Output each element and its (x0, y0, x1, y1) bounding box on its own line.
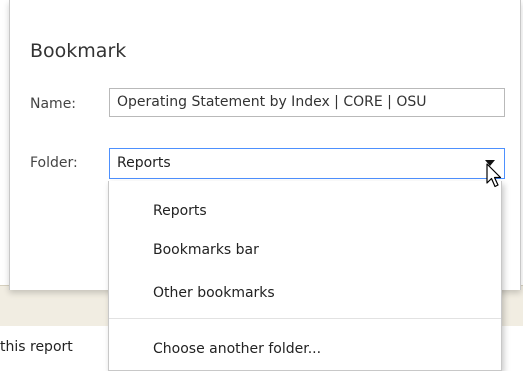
folder-option-other-bookmarks[interactable]: Other bookmarks (153, 285, 275, 301)
name-label: Name: (30, 96, 77, 112)
dialog-title: Bookmark (30, 40, 127, 62)
mouse-pointer-icon (486, 163, 502, 188)
folder-option-reports[interactable]: Reports (153, 203, 207, 219)
choose-another-folder-option[interactable]: Choose another folder... (153, 341, 321, 357)
folder-dropdown-list: Reports Bookmarks bar Other bookmarks Ch… (108, 181, 502, 371)
dropdown-divider (109, 318, 501, 319)
folder-selected-value: Reports (117, 155, 171, 171)
folder-select[interactable]: Reports (109, 148, 505, 179)
name-input[interactable]: Operating Statement by Index | CORE | OS… (109, 88, 505, 117)
background-partial-text: this report (0, 339, 73, 355)
folder-label: Folder: (30, 155, 78, 171)
folder-option-bookmarks-bar[interactable]: Bookmarks bar (153, 242, 259, 258)
